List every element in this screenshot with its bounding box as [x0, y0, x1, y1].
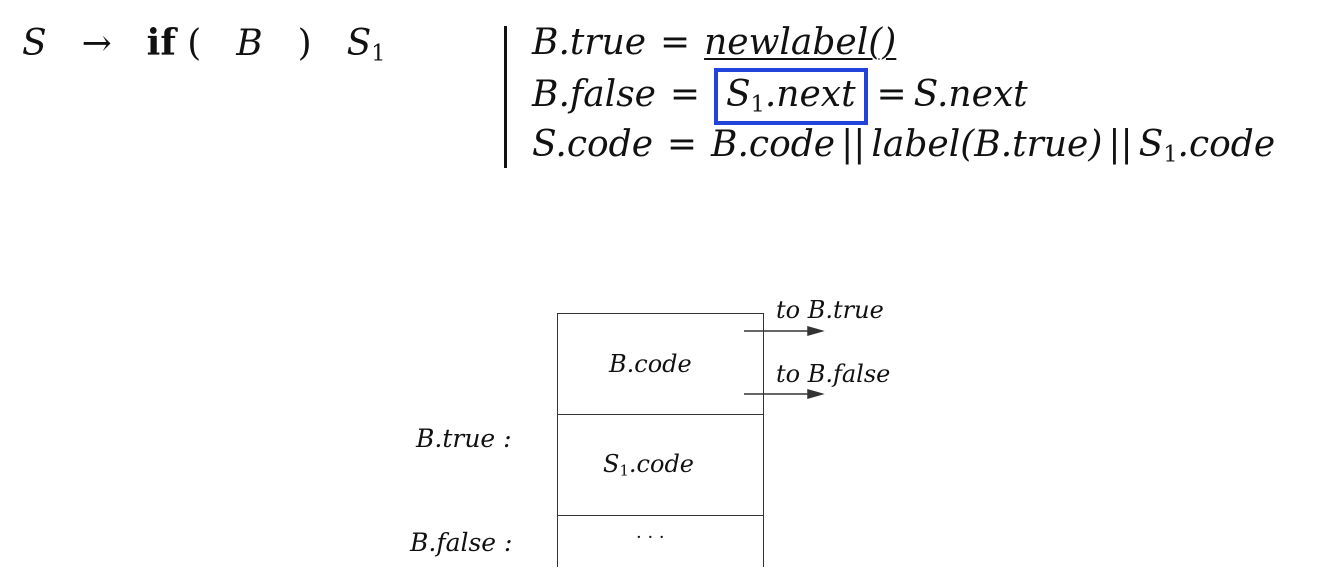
arrow-label-false: to B.false [776, 360, 891, 388]
arrow-label-true: to B.true [776, 296, 884, 324]
arrow-false-head [807, 389, 825, 399]
arrows-svg [744, 326, 825, 399]
code-layout-diagram: B.code S1.code · · · B.true : B.false : … [0, 0, 1339, 583]
arrow-true-head [807, 326, 825, 336]
